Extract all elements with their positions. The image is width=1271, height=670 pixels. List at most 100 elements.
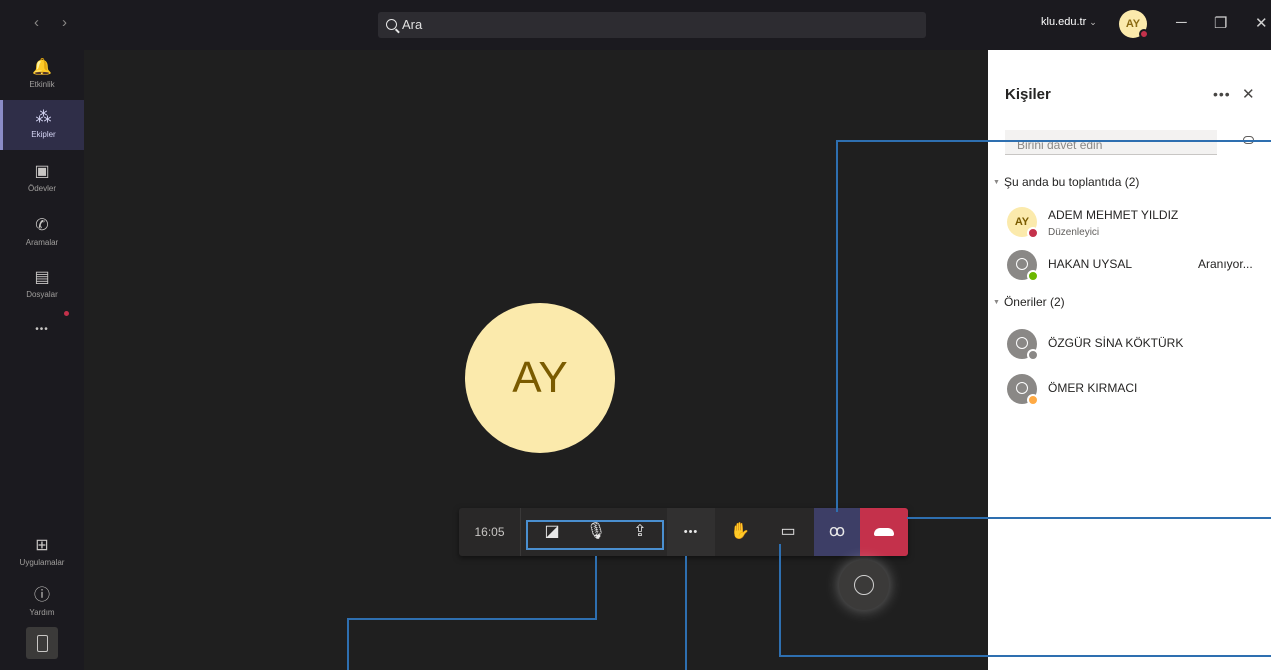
annotation-line — [595, 556, 597, 619]
participant-name: ÖMER KIRMACI — [1048, 381, 1138, 395]
rail-item-help[interactable]: ⓘ Yardım — [0, 578, 84, 628]
participant-role: Düzenleyici — [1048, 227, 1100, 238]
chat-button[interactable]: ▭ — [765, 508, 811, 556]
rail-label: Etkinlik — [29, 80, 55, 89]
rail-item-activity[interactable]: 🔔 Etkinlik — [0, 50, 84, 100]
participant-avatar: AY — [465, 303, 615, 453]
profile-initials: AY — [1125, 18, 1141, 30]
forward-button[interactable]: › — [62, 14, 67, 31]
rail-item-assignments[interactable]: ▣ Ödevler — [0, 154, 84, 204]
org-name: klu.edu.tr — [1041, 16, 1087, 28]
annotation-line — [347, 618, 597, 620]
chevron-down-icon: ⌄ — [1089, 17, 1097, 27]
notification-dot — [64, 311, 69, 316]
avatar — [1007, 374, 1039, 406]
people-panel: Kişiler ••• ✕ Birini davet edin ▼ Şu anda… — [988, 50, 1271, 670]
rail-label: Dosyalar — [26, 290, 58, 299]
device-button[interactable] — [26, 627, 58, 659]
section-in-meeting[interactable]: ▼ Şu anda bu toplantıda (2) — [993, 175, 1139, 189]
camera-toggle-button[interactable]: ◪ — [529, 508, 575, 556]
annotation-line — [779, 544, 781, 657]
org-switcher[interactable]: klu.edu.tr ⌄ — [1041, 16, 1097, 28]
rail-label: Yardım — [29, 608, 55, 617]
more-icon: ••• — [35, 324, 49, 335]
phone-icon: ✆ — [35, 217, 49, 234]
search-placeholder: Ara — [402, 17, 423, 32]
maximize-button[interactable]: ❐ — [1214, 14, 1227, 32]
participant-initials: AY — [512, 353, 568, 402]
camera-off-icon: ◪ — [544, 523, 560, 540]
files-icon: ▤ — [34, 269, 50, 286]
section-suggestions[interactable]: ▼ Öneriler (2) — [993, 295, 1065, 309]
suggested-person-item[interactable]: ÖMER KIRMACI — [1005, 372, 1271, 412]
call-toolbar: 16:05 ◪ 🎙 ⇪ ••• ✋ ▭ ꝏ — [459, 508, 908, 556]
participant-item[interactable]: HAKAN UYSAL Aranıyor... — [1005, 248, 1271, 288]
close-window-button[interactable]: ✕ — [1255, 14, 1268, 32]
show-participants-button[interactable]: ꝏ — [814, 508, 860, 556]
avatar — [1007, 329, 1039, 361]
people-icon: ꝏ — [828, 523, 846, 540]
participant-item[interactable]: AY ADEM MEHMET YILDIZ Düzenleyici — [1005, 205, 1271, 245]
rail-label: Aramalar — [25, 238, 59, 247]
participant-call-state: Aranıyor... — [1198, 257, 1253, 271]
panel-title: Kişiler — [1005, 86, 1051, 103]
rail-label: Ödevler — [27, 184, 56, 193]
chat-icon: ▭ — [780, 523, 796, 540]
participant-name: ÖZGÜR SİNA KÖKTÜRK — [1048, 336, 1184, 350]
invite-input[interactable]: Birini davet edin — [1005, 130, 1217, 155]
help-icon: ⓘ — [33, 587, 50, 604]
avatar — [1007, 250, 1039, 282]
rail-item-apps[interactable]: ⊞ Uygulamalar — [0, 528, 84, 578]
minimize-button[interactable]: ─ — [1176, 14, 1187, 31]
panel-close-button[interactable]: ✕ — [1242, 85, 1255, 103]
assignments-icon: ▣ — [34, 163, 50, 180]
app-rail: 🔔 Etkinlik ⁂ Ekipler ▣ Ödevler ✆ Aramala… — [0, 50, 84, 670]
person-icon — [1016, 382, 1028, 394]
avatar: AY — [1007, 207, 1039, 239]
avatar-initials: AY — [1014, 216, 1030, 228]
title-bar: ‹ › Ara klu.edu.tr ⌄ AY ─ ❐ ✕ — [0, 0, 1271, 50]
collapse-icon: ▼ — [993, 179, 1000, 186]
profile-avatar[interactable]: AY — [1119, 10, 1149, 39]
person-icon — [1016, 337, 1028, 349]
offline-status-icon — [1027, 349, 1039, 361]
section-label: Şu anda bu toplantıda (2) — [1003, 175, 1140, 189]
share-screen-button[interactable]: ⇪ — [617, 508, 663, 556]
collapse-icon: ▼ — [993, 299, 1000, 306]
more-icon: ••• — [683, 526, 699, 538]
teams-icon: ⁂ — [35, 109, 52, 126]
participant-name: ADEM MEHMET YILDIZ — [1048, 208, 1179, 222]
rail-label: Ekipler — [31, 130, 56, 139]
suggested-person-item[interactable]: ÖZGÜR SİNA KÖKTÜRK — [1005, 327, 1271, 367]
hang-up-button[interactable] — [860, 508, 908, 556]
available-status-icon — [1027, 270, 1039, 282]
annotation-line — [836, 140, 838, 512]
teams-window: ‹ › Ara klu.edu.tr ⌄ AY ─ ❐ ✕ 🔔 Etkinlik … — [0, 0, 1271, 670]
more-actions-button[interactable]: ••• — [667, 508, 715, 556]
panel-more-button[interactable]: ••• — [1213, 86, 1231, 102]
annotation-line — [779, 655, 1271, 657]
rail-item-calls[interactable]: ✆ Aramalar — [0, 208, 84, 258]
microphone-icon: 🎙 — [585, 523, 607, 540]
hang-up-icon — [874, 527, 894, 536]
raise-hand-button[interactable]: ✋ — [717, 508, 763, 556]
annotation-line — [685, 556, 687, 670]
mic-toggle-button[interactable]: 🎙 — [573, 508, 619, 556]
busy-status-icon — [1139, 29, 1149, 39]
participant-name: HAKAN UYSAL — [1048, 257, 1133, 271]
back-button[interactable]: ‹ — [34, 14, 39, 31]
busy-status-icon — [1027, 227, 1039, 239]
search-icon — [386, 19, 397, 30]
bell-icon: 🔔 — [32, 59, 52, 76]
section-label: Öneriler (2) — [1003, 295, 1065, 309]
rail-item-more[interactable]: ••• — [0, 312, 84, 342]
floating-call-button[interactable] — [839, 560, 889, 610]
share-tray-icon: ⇪ — [633, 523, 647, 540]
apps-icon: ⊞ — [35, 537, 49, 554]
rail-item-teams[interactable]: ⁂ Ekipler — [0, 100, 84, 150]
annotation-line — [347, 618, 349, 670]
search-input[interactable]: Ara — [378, 12, 926, 38]
hand-icon: ✋ — [730, 523, 750, 540]
person-icon — [1016, 258, 1028, 270]
rail-item-files[interactable]: ▤ Dosyalar — [0, 260, 84, 310]
